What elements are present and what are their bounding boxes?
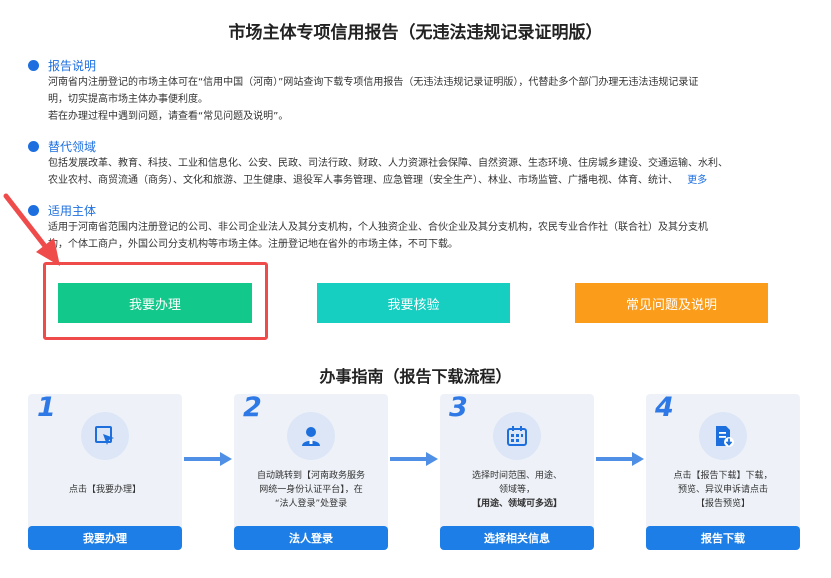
section-title: 报告说明	[48, 58, 97, 73]
step-select-info-button[interactable]: 选择相关信息	[440, 526, 594, 550]
step-login-button[interactable]: 法人登录	[234, 526, 388, 550]
step-number: 3	[449, 392, 468, 423]
step-card-4: 4 点击【报告下载】下载， 预览、异议申诉请点击 【报告预览】 报告下载	[646, 392, 800, 550]
step-card-2: 2 自动跳转到【河南政务服务 网统一身份认证平台】，在 “法人登录”处登录 法人…	[234, 392, 388, 550]
more-link[interactable]: 更多	[687, 175, 707, 186]
user-icon	[287, 412, 335, 460]
step-text-line: 【报告预览】	[695, 499, 750, 509]
step-number: 1	[37, 392, 56, 423]
page-title: 市场主体专项信用报告（无违法违规记录证明版）	[228, 23, 603, 43]
page: 市场主体专项信用报告（无违法违规记录证明版） 报告说明 河南省内注册登记的市场主…	[0, 0, 831, 578]
text-line: 若在办理过程中遇到问题，请查看“常见问题及说明”。	[48, 111, 289, 122]
flow-arrow-icon	[596, 452, 644, 466]
document-download-icon	[699, 412, 747, 460]
click-cursor-icon	[81, 412, 129, 460]
step-text-line: 点击【我要办理】	[68, 485, 141, 495]
step-text-line: 自动跳转到【河南政务服务	[256, 471, 365, 481]
text-line: 河南省内注册登记的市场主体可在“信用中国（河南）”网站查询下载专项信用报告（无违…	[48, 77, 699, 88]
step-text-line: 选择时间范围、用途、	[471, 471, 562, 481]
step-description: 选择时间范围、用途、 领域等， 【用途、领域可多选】	[446, 466, 588, 514]
step-apply-button[interactable]: 我要办理	[28, 526, 182, 550]
step-text-line: 网统一身份认证平台】，在	[259, 485, 363, 495]
section-replacement-fields: 替代领域 包括发展改革、教育、科技、工业和信息化、公安、民政、司法行政、财政、人…	[28, 137, 798, 189]
step-card-1: 1 点击【我要办理】 我要办理	[28, 392, 182, 550]
step-download-button[interactable]: 报告下载	[646, 526, 800, 550]
step-text-line: 【用途、领域可多选】	[471, 499, 562, 509]
step-text-line: “法人登录”处登录	[274, 499, 348, 509]
section-report-description: 报告说明 河南省内注册登记的市场主体可在“信用中国（河南）”网站查询下载专项信用…	[28, 56, 798, 125]
text-line: 农业农村、商贸流通（商务）、文化和旅游、卫生健康、退役军人事务管理、应急管理（安…	[48, 175, 678, 186]
flow-arrow-icon	[184, 452, 232, 466]
step-description: 点击【报告下载】下载， 预览、异议申诉请点击 【报告预览】	[652, 466, 794, 514]
flow-arrow-icon	[390, 452, 438, 466]
text-line: 适用于河南省范围内注册登记的公司、非公司企业法人及其分支机构，个人独资企业、合伙…	[48, 222, 708, 233]
calendar-icon	[493, 412, 541, 460]
text-line: 明，切实提高市场主体办事便利度。	[48, 94, 208, 105]
text-line: 构，个体工商户，外国公司分支机构等市场主体。注册登记地在省外的市场主体，不可下载…	[48, 239, 458, 250]
step-card-3: 3 选择时间范围、用途、 领域等， 【用途、领域可多选】 选择相关信息	[440, 392, 594, 550]
verify-button[interactable]: 我要核验	[317, 283, 510, 323]
text-line-with-more: 农业农村、商贸流通（商务）、文化和旅游、卫生健康、退役军人事务管理、应急管理（安…	[48, 172, 798, 189]
bullet-dot-icon	[28, 140, 39, 152]
section-applicable-entities: 适用主体 适用于河南省范围内注册登记的公司、非公司企业法人及其分支机构，个人独资…	[28, 201, 798, 253]
step-description: 自动跳转到【河南政务服务 网统一身份认证平台】，在 “法人登录”处登录	[240, 466, 382, 514]
section-body: 适用于河南省范围内注册登记的公司、非公司企业法人及其分支机构，个人独资企业、合伙…	[28, 219, 798, 253]
section-title: 替代领域	[48, 139, 97, 154]
step-text-line: 点击【报告下载】下载，	[673, 471, 773, 481]
step-description: 点击【我要办理】	[34, 466, 176, 514]
step-text-line: 预览、异议申诉请点击	[677, 485, 768, 495]
section-body: 包括发展改革、教育、科技、工业和信息化、公安、民政、司法行政、财政、人力资源社会…	[28, 155, 798, 189]
step-number: 2	[243, 392, 262, 423]
step-text-line: 领域等，	[498, 485, 535, 495]
section-body: 河南省内注册登记的市场主体可在“信用中国（河南）”网站查询下载专项信用报告（无违…	[28, 74, 798, 125]
step-number: 4	[655, 392, 674, 423]
bullet-dot-icon	[28, 59, 39, 71]
text-line: 包括发展改革、教育、科技、工业和信息化、公安、民政、司法行政、财政、人力资源社会…	[48, 158, 728, 169]
faq-button[interactable]: 常见问题及说明	[575, 283, 768, 323]
apply-button[interactable]: 我要办理	[58, 283, 252, 323]
guide-title: 办事指南（报告下载流程）	[319, 367, 512, 386]
